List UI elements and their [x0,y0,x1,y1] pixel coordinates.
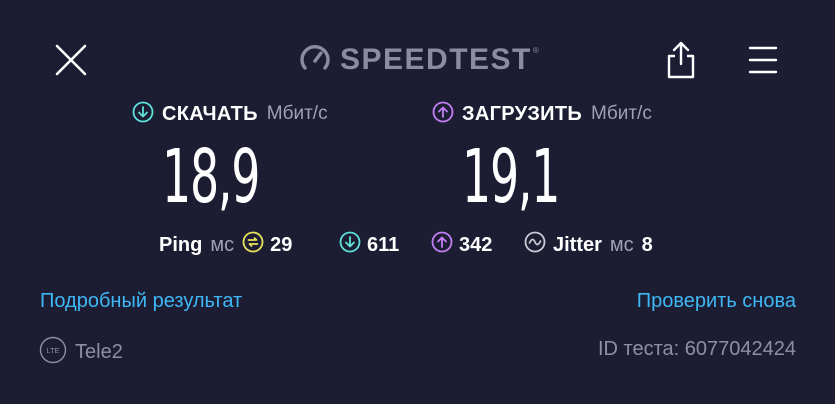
download-latency-icon [339,231,361,259]
jitter-icon [524,231,546,259]
test-again-link[interactable]: Проверить снова [637,290,796,313]
download-label: СКАЧАТЬ [162,102,258,125]
upload-unit: Мбит/с [591,103,652,124]
registered-mark: ® [532,46,539,55]
jitter-value: 8 [641,233,653,256]
upload-latency-icon [431,231,453,259]
download-unit: Мбит/с [266,103,328,124]
speedtest-logo: SPEEDTEST ® [298,40,539,80]
jitter-label: Jitter [553,233,602,256]
download-value: 18,9 [162,134,260,220]
ping-download-value: 611 [367,233,400,256]
ping-download-stat: 611 [339,231,400,259]
jitter-unit: мс [609,233,634,256]
logo-text: SPEEDTEST [340,43,532,76]
download-arrow-icon [132,101,154,128]
detailed-result-link[interactable]: Подробный результат [40,290,242,313]
provider-name: Tele2 [75,341,123,363]
ping-idle-stat: Ping мс 29 [159,231,293,259]
share-icon[interactable] [664,40,698,80]
ping-upload-stat: 342 [431,231,493,259]
ping-upload-value: 342 [459,233,493,256]
jitter-stat: Jitter мс 8 [524,231,653,259]
close-icon[interactable] [54,43,88,77]
lte-badge-text: LTE [46,346,59,355]
provider-info: LTE Tele2 [39,336,123,369]
test-id: ID теста: 6077042424 [597,338,796,360]
upload-value: 19,1 [462,134,560,220]
lte-badge-icon: LTE [39,336,67,369]
idle-latency-icon [242,231,264,259]
menu-icon[interactable] [748,45,778,75]
gauge-icon [298,41,332,80]
ping-unit: мс [210,233,235,256]
upload-header: ЗАГРУЗИТЬ Мбит/с [432,100,652,128]
ping-idle-value: 29 [270,233,293,256]
ping-label: Ping [159,233,203,256]
download-header: СКАЧАТЬ Мбит/с [132,100,328,128]
upload-arrow-icon [432,101,454,128]
upload-label: ЗАГРУЗИТЬ [462,102,583,125]
